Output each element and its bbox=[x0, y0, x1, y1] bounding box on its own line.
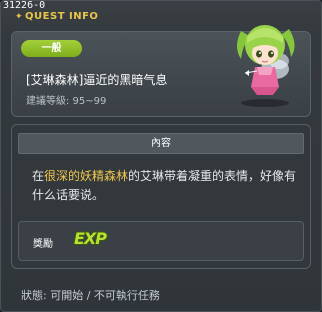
quest-recommended-level: 建議等級: 95~99 bbox=[26, 96, 107, 107]
quest-status: 狀態: 可開始 / 不可執行任務 bbox=[21, 289, 160, 302]
window-title: ✦ QUEST INFO bbox=[15, 11, 98, 22]
quest-id: 31226-0 bbox=[3, 0, 46, 11]
window-title-text: QUEST INFO bbox=[25, 11, 99, 22]
quest-content-panel: 內容 在很深的妖精森林的艾琳带着凝重的表情，好像有什么话要说。 獎勵 EXP bbox=[11, 124, 311, 269]
description-highlight: 很深的妖精森林 bbox=[44, 169, 129, 183]
description-pre: 在 bbox=[32, 169, 45, 183]
fairy-npc-portrait-icon bbox=[237, 25, 295, 107]
quest-description: 在很深的妖精森林的艾琳带着凝重的表情，好像有什么话要说。 bbox=[32, 167, 304, 205]
reward-box: 獎勵 EXP bbox=[18, 221, 304, 261]
exp-reward-icon: EXP bbox=[74, 229, 107, 248]
reward-label: 獎勵 bbox=[33, 239, 53, 250]
quest-category-badge: 一般 bbox=[21, 40, 82, 57]
content-header: 內容 bbox=[18, 133, 304, 154]
quest-name: [艾琳森林]逼近的黑暗气息 bbox=[26, 73, 168, 87]
star-icon: ✦ bbox=[15, 12, 24, 22]
quest-info-window: 31226-0 ✦ QUEST INFO 一般 [艾琳森林]逼近的黑暗气息 建議等… bbox=[0, 0, 322, 312]
